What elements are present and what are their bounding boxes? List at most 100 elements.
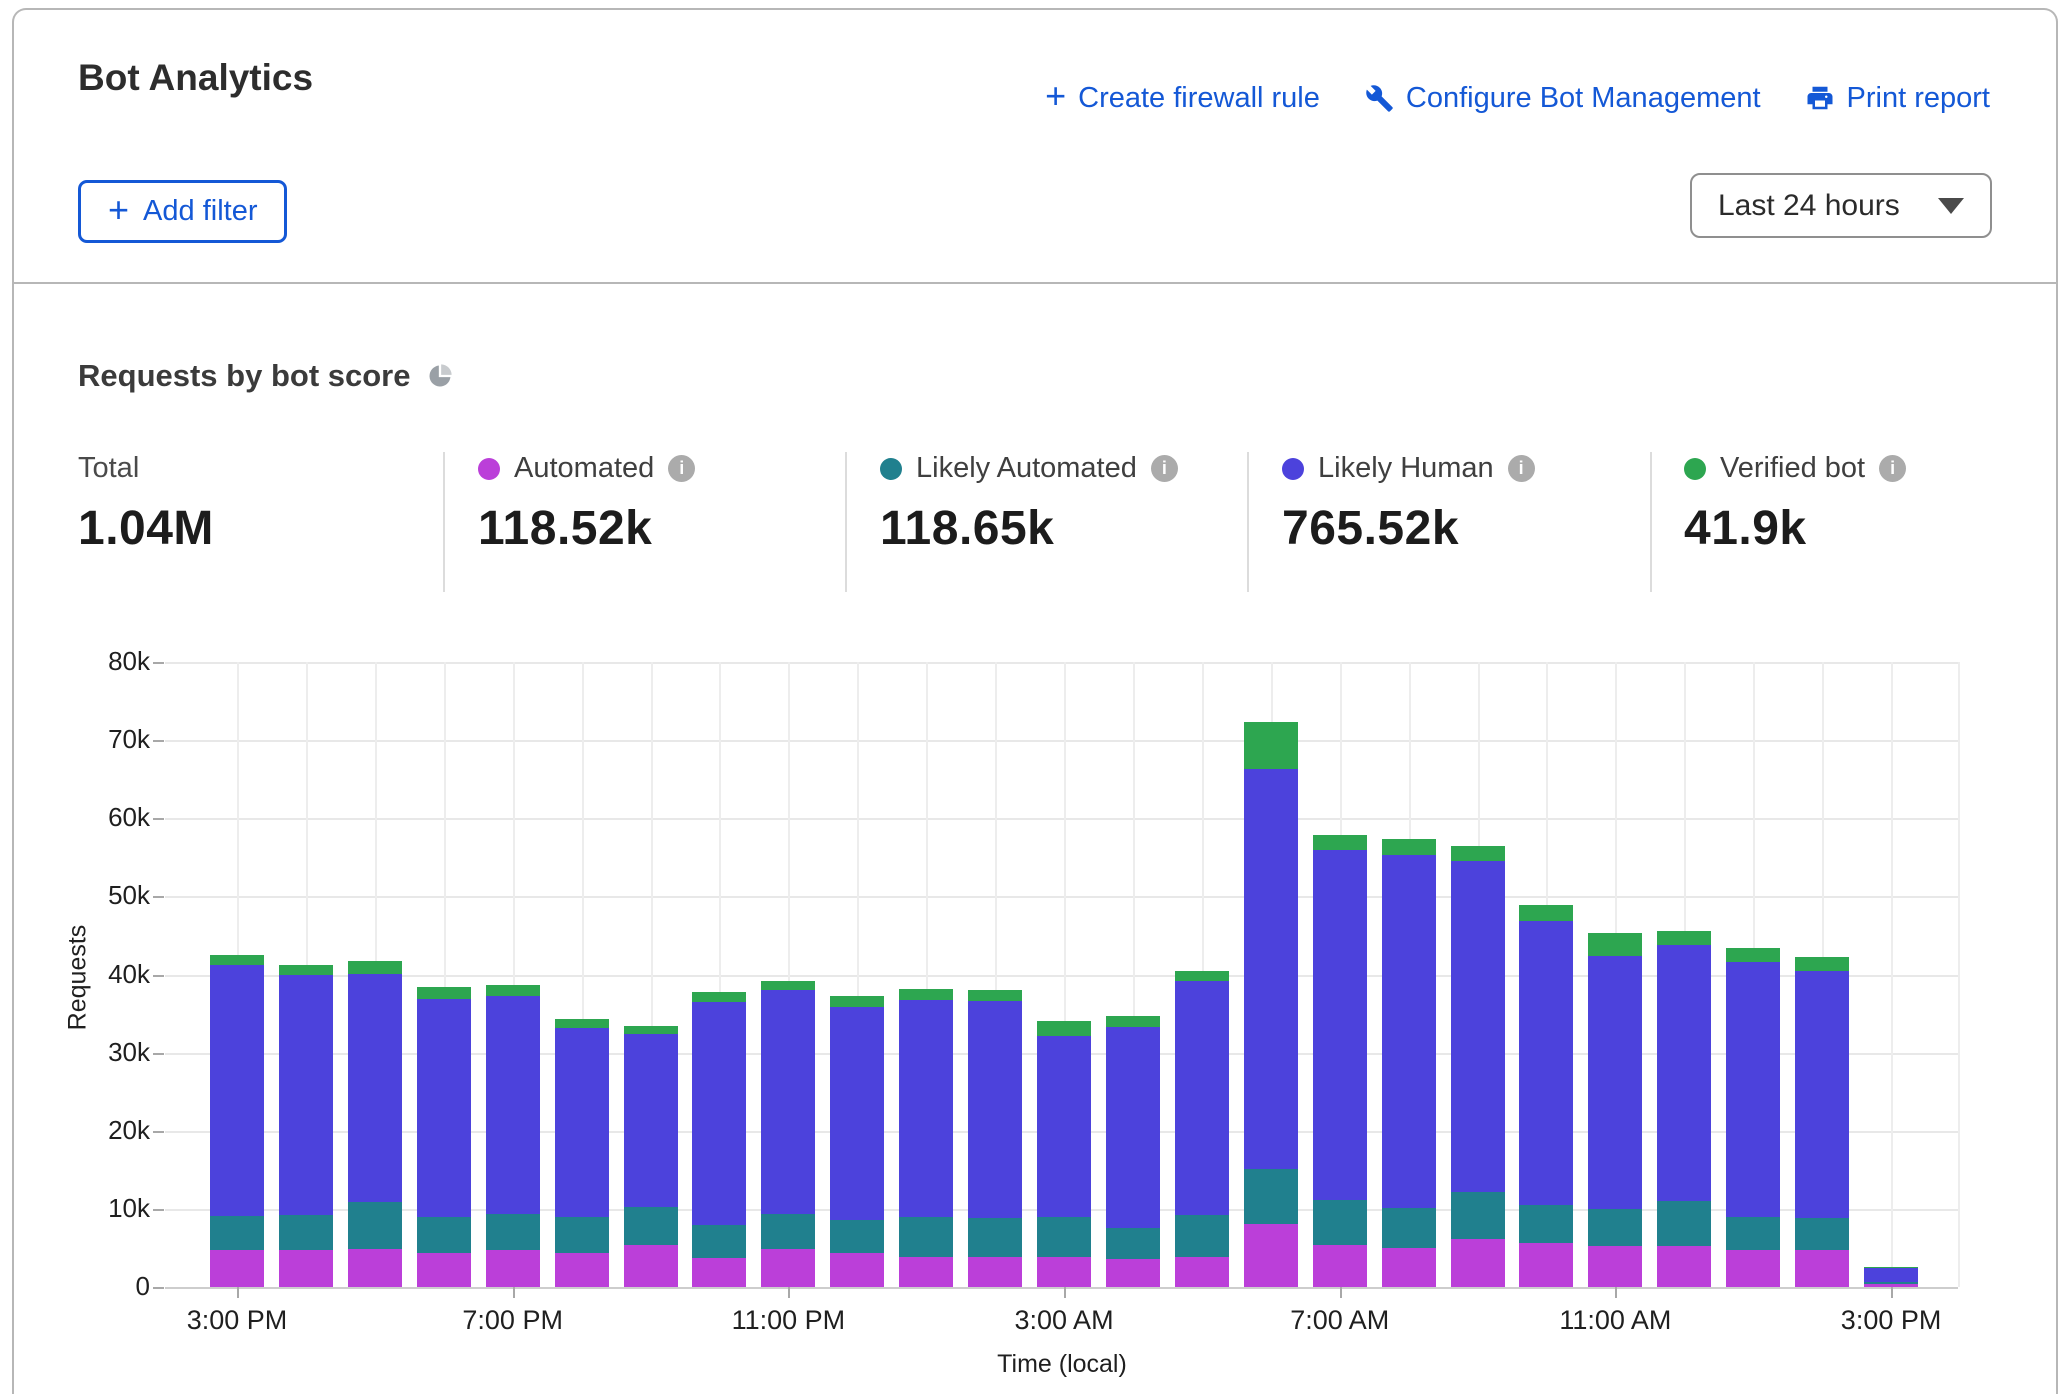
bar-segment-likely-human[interactable] [624,1034,678,1207]
bar-segment-likely-automated[interactable] [1106,1228,1160,1259]
bar-segment-automated[interactable] [830,1253,884,1287]
bar-segment-verified-bot[interactable] [417,987,471,999]
bar[interactable] [210,955,264,1287]
bar-segment-automated[interactable] [555,1253,609,1287]
bar-segment-likely-human[interactable] [830,1007,884,1220]
bar-segment-automated[interactable] [1175,1257,1229,1287]
bar-segment-likely-automated[interactable] [417,1217,471,1253]
bar-segment-automated[interactable] [1244,1224,1298,1287]
bar-segment-likely-human[interactable] [968,1001,1022,1218]
bar-segment-likely-human[interactable] [1451,861,1505,1192]
bar-segment-verified-bot[interactable] [486,985,540,997]
bar-segment-likely-human[interactable] [1864,1267,1918,1281]
bar[interactable] [1726,948,1780,1287]
bar[interactable] [761,981,815,1287]
bar-segment-likely-human[interactable] [761,990,815,1213]
bar-segment-likely-automated[interactable] [692,1225,746,1258]
bar-segment-automated[interactable] [210,1250,264,1287]
bar[interactable] [1864,1267,1918,1287]
bar[interactable] [279,965,333,1287]
bar-segment-verified-bot[interactable] [624,1026,678,1034]
bar-segment-likely-automated[interactable] [486,1214,540,1250]
bar-segment-likely-automated[interactable] [761,1214,815,1249]
bar-segment-automated[interactable] [624,1245,678,1287]
bar-segment-automated[interactable] [1726,1250,1780,1288]
bar-segment-verified-bot[interactable] [210,955,264,965]
bar-segment-verified-bot[interactable] [1795,957,1849,972]
bar-segment-automated[interactable] [348,1249,402,1287]
bar-segment-automated[interactable] [968,1257,1022,1287]
bar-segment-verified-bot[interactable] [761,981,815,990]
bar-segment-likely-automated[interactable] [1451,1192,1505,1239]
bar-segment-verified-bot[interactable] [830,996,884,1007]
bar-segment-automated[interactable] [1657,1246,1711,1287]
bar[interactable] [1588,933,1642,1287]
bar-segment-verified-bot[interactable] [1106,1016,1160,1027]
bar-segment-automated[interactable] [1864,1284,1918,1287]
bar-segment-likely-human[interactable] [1588,956,1642,1209]
bar-segment-likely-human[interactable] [555,1028,609,1217]
bar-segment-automated[interactable] [1588,1246,1642,1287]
bar[interactable] [1519,905,1573,1287]
bar[interactable] [1657,931,1711,1287]
bar[interactable] [899,989,953,1287]
bar-segment-automated[interactable] [1037,1257,1091,1287]
bar-segment-automated[interactable] [692,1258,746,1287]
bar-segment-verified-bot[interactable] [348,961,402,974]
bar-segment-likely-human[interactable] [1313,850,1367,1199]
bar-segment-verified-bot[interactable] [1175,971,1229,981]
bar-segment-likely-automated[interactable] [555,1217,609,1254]
bar-segment-likely-automated[interactable] [1657,1201,1711,1246]
bar-segment-verified-bot[interactable] [279,965,333,975]
bar-segment-verified-bot[interactable] [1726,948,1780,962]
bar-segment-likely-human[interactable] [1244,769,1298,1169]
bar-segment-likely-human[interactable] [899,1000,953,1217]
bar-segment-automated[interactable] [1382,1248,1436,1287]
bar[interactable] [555,1019,609,1287]
bar[interactable] [1451,846,1505,1287]
bar-segment-likely-human[interactable] [1037,1036,1091,1217]
bar-segment-likely-automated[interactable] [1795,1218,1849,1250]
bar-segment-likely-automated[interactable] [1037,1217,1091,1256]
bar-segment-likely-automated[interactable] [279,1215,333,1250]
bar-segment-likely-automated[interactable] [1588,1209,1642,1247]
bar[interactable] [348,961,402,1287]
bar-segment-likely-automated[interactable] [1864,1282,1918,1284]
bar[interactable] [486,985,540,1287]
bar[interactable] [1175,971,1229,1287]
bar-segment-likely-human[interactable] [1795,971,1849,1218]
create-firewall-rule-link[interactable]: + Create firewall rule [1045,80,1320,116]
bar-segment-verified-bot[interactable] [1657,931,1711,945]
bar-segment-automated[interactable] [417,1253,471,1287]
info-icon[interactable]: i [668,455,695,482]
bar-segment-likely-human[interactable] [210,965,264,1216]
bar-segment-verified-bot[interactable] [1519,905,1573,921]
bar-segment-verified-bot[interactable] [1244,722,1298,769]
bar-segment-likely-human[interactable] [1382,855,1436,1208]
info-icon[interactable]: i [1508,455,1535,482]
bar-segment-likely-automated[interactable] [1175,1215,1229,1256]
bar[interactable] [624,1026,678,1287]
bar-segment-likely-automated[interactable] [348,1202,402,1249]
bar-segment-verified-bot[interactable] [555,1019,609,1028]
bar-segment-likely-automated[interactable] [210,1216,264,1250]
bar-segment-verified-bot[interactable] [1588,933,1642,956]
bar-segment-likely-human[interactable] [1657,945,1711,1201]
bar-segment-automated[interactable] [279,1250,333,1287]
time-range-dropdown[interactable]: Last 24 hours [1690,173,1992,238]
bar-segment-likely-automated[interactable] [899,1217,953,1258]
bar-segment-likely-human[interactable] [279,975,333,1215]
bar-segment-verified-bot[interactable] [1037,1021,1091,1036]
bar-segment-automated[interactable] [1795,1250,1849,1287]
bar-segment-likely-human[interactable] [348,974,402,1202]
bar-segment-verified-bot[interactable] [1313,835,1367,851]
bar[interactable] [1106,1016,1160,1287]
bar-segment-automated[interactable] [486,1250,540,1287]
bar[interactable] [1037,1021,1091,1287]
bar[interactable] [1244,722,1298,1287]
bar-segment-likely-human[interactable] [417,999,471,1218]
configure-bot-management-link[interactable]: Configure Bot Management [1364,82,1761,115]
bar-segment-likely-human[interactable] [1726,962,1780,1217]
bar-segment-automated[interactable] [761,1249,815,1287]
bar-segment-verified-bot[interactable] [692,992,746,1001]
